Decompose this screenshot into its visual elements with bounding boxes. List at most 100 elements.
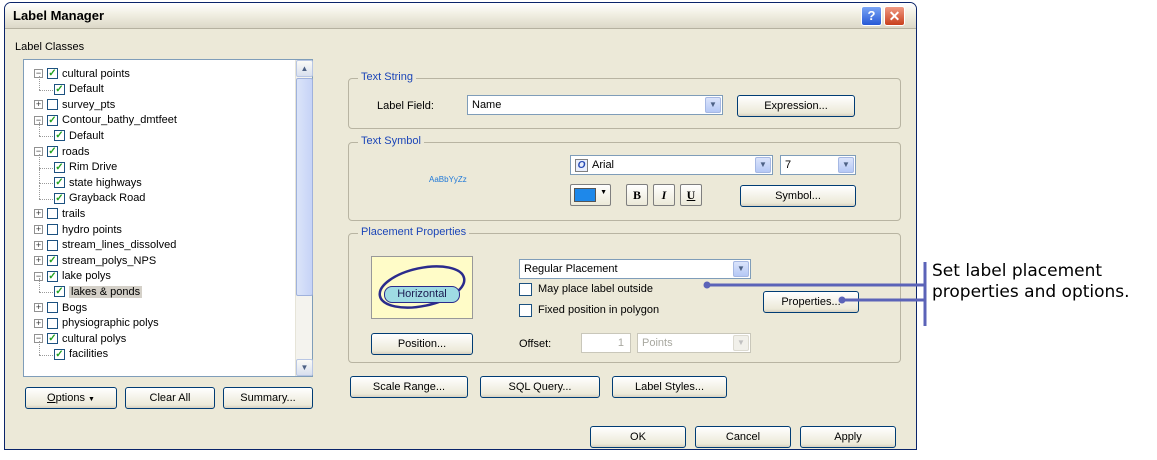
scroll-thumb[interactable] <box>296 78 313 296</box>
tree-item-label[interactable]: state highways <box>69 177 142 189</box>
tree-item-checkbox[interactable]: ✓ <box>47 146 58 157</box>
tree-item-checkbox[interactable] <box>47 99 58 111</box>
tree-item-checkbox[interactable]: ✓ <box>47 114 58 126</box>
tree-item[interactable]: + physiographic polys <box>34 316 159 331</box>
tree-item-label[interactable]: hydro points <box>62 224 122 236</box>
underline-button[interactable]: U <box>680 184 702 206</box>
tree-item[interactable]: ✓ facilities <box>54 347 108 362</box>
tree-item[interactable]: + trails <box>34 206 85 221</box>
placement-type-select[interactable]: Regular Placement ▼ <box>519 259 751 279</box>
label-classes-tree[interactable]: − ✓ cultural points ✓ Default + survey_pts − ✓ Co… <box>23 59 313 377</box>
chevron-down-icon[interactable]: ▼ <box>755 157 771 173</box>
tree-item[interactable]: − ✓ cultural polys <box>34 331 126 346</box>
tree-item-checkbox[interactable]: ✓ <box>54 286 65 298</box>
may-place-outside-label[interactable]: May place label outside <box>538 283 653 295</box>
tree-item-checkbox[interactable]: ✓ <box>47 255 58 267</box>
tree-item-checkbox[interactable]: ✓ <box>54 177 65 189</box>
tree-item-label[interactable]: survey_pts <box>62 99 115 111</box>
tree-item[interactable]: ✓ Default <box>54 128 104 143</box>
tree-item-checkbox[interactable]: ✓ <box>47 333 58 345</box>
chevron-down-icon[interactable]: ▼ <box>838 157 854 173</box>
tree-item-label[interactable]: cultural polys <box>62 333 126 345</box>
tree-item-checkbox[interactable]: ✓ <box>54 192 65 204</box>
tree-item-label[interactable]: Contour_bathy_dmtfeet <box>62 114 177 126</box>
tree-item-checkbox[interactable]: ✓ <box>47 68 58 79</box>
tree-item-label[interactable]: stream_lines_dissolved <box>62 239 176 251</box>
tree-item-checkbox[interactable] <box>47 317 58 329</box>
tree-item-label[interactable]: physiographic polys <box>62 317 159 329</box>
scroll-down-arrow-icon[interactable]: ▼ <box>296 359 313 376</box>
sql-query-button[interactable]: SQL Query... <box>480 376 600 398</box>
tree-item[interactable]: ✓ Rim Drive <box>54 160 117 175</box>
title-bar[interactable]: Label Manager ? ✕ <box>5 3 916 29</box>
offset-units-select[interactable]: Points ▼ <box>637 333 751 353</box>
tree-item[interactable]: − ✓ roads <box>34 144 90 159</box>
tree-item[interactable]: + stream_lines_dissolved <box>34 238 176 253</box>
tree-item-label[interactable]: Default <box>69 130 104 142</box>
may-place-outside-checkbox[interactable] <box>519 283 532 296</box>
apply-button[interactable]: Apply <box>800 426 896 448</box>
label-styles-button[interactable]: Label Styles... <box>612 376 727 398</box>
tree-item[interactable]: ✓ Default <box>54 82 104 97</box>
properties-button[interactable]: Properties... <box>763 291 859 313</box>
tree-item-checkbox[interactable]: ✓ <box>54 348 65 360</box>
chevron-down-icon[interactable]: ▼ <box>733 335 749 351</box>
scale-range-button[interactable]: Scale Range... <box>350 376 468 398</box>
tree-item-label[interactable]: roads <box>62 146 90 158</box>
options-button[interactable]: Options ▼ <box>25 387 117 409</box>
tree-item-label[interactable]: lake polys <box>62 270 111 282</box>
chevron-down-icon[interactable]: ▼ <box>705 97 721 113</box>
tree-item-label[interactable]: facilities <box>69 348 108 360</box>
tree-item[interactable]: − ✓ Contour_bathy_dmtfeet <box>34 113 177 128</box>
tree-item-checkbox[interactable]: ✓ <box>47 270 58 282</box>
summary-button[interactable]: Summary... <box>223 387 313 409</box>
tree-item-checkbox[interactable]: ✓ <box>54 83 65 95</box>
expand-icon[interactable]: + <box>34 318 43 328</box>
tree-item[interactable]: − ✓ lake polys <box>34 269 111 284</box>
symbol-button[interactable]: Symbol... <box>740 185 856 207</box>
tree-item-label[interactable]: Bogs <box>62 302 87 314</box>
italic-button[interactable]: I <box>653 184 675 206</box>
label-field-select[interactable]: Name ▼ <box>467 95 723 115</box>
tree-item[interactable]: + survey_pts <box>34 97 115 112</box>
close-button[interactable]: ✕ <box>884 6 905 26</box>
tree-item-label[interactable]: Grayback Road <box>69 192 145 204</box>
tree-item[interactable]: + Bogs <box>34 300 87 315</box>
expand-icon[interactable]: + <box>34 225 43 234</box>
tree-item-label[interactable]: trails <box>62 208 85 220</box>
ok-button[interactable]: OK <box>590 426 686 448</box>
font-name-select[interactable]: O Arial ▼ <box>570 155 773 175</box>
expand-icon[interactable]: + <box>34 100 43 110</box>
tree-item[interactable]: − ✓ cultural points <box>34 66 130 81</box>
tree-item-checkbox[interactable]: ✓ <box>54 161 65 173</box>
help-button[interactable]: ? <box>861 6 882 26</box>
tree-item[interactable]: + hydro points <box>34 222 122 237</box>
bold-button[interactable]: B <box>626 184 648 206</box>
scroll-up-arrow-icon[interactable]: ▲ <box>296 60 313 77</box>
tree-item[interactable]: + ✓ stream_polys_NPS <box>34 253 156 268</box>
expression-button[interactable]: Expression... <box>737 95 855 117</box>
fixed-position-checkbox[interactable] <box>519 304 532 317</box>
expand-icon[interactable]: + <box>34 209 43 219</box>
tree-item[interactable]: ✓ Grayback Road <box>54 191 145 206</box>
clear-all-button[interactable]: Clear All <box>125 387 215 409</box>
color-picker-button[interactable]: ▼ <box>570 184 611 206</box>
cancel-button[interactable]: Cancel <box>695 426 791 448</box>
tree-item-label[interactable]: lakes & ponds <box>69 285 143 298</box>
tree-item[interactable]: ✓ state highways <box>54 175 142 190</box>
tree-item-checkbox[interactable]: ✓ <box>54 130 65 142</box>
tree-item-checkbox[interactable] <box>47 302 58 313</box>
tree-item-label[interactable]: Rim Drive <box>69 161 117 173</box>
tree-item-label[interactable]: cultural points <box>62 68 130 80</box>
expand-icon[interactable]: + <box>34 303 43 312</box>
font-size-select[interactable]: 7 ▼ <box>780 155 856 175</box>
tree-item-label[interactable]: stream_polys_NPS <box>62 255 156 267</box>
text-symbol-preview[interactable]: AaBbYyZz <box>429 175 467 184</box>
expand-icon[interactable]: + <box>34 240 43 250</box>
expand-icon[interactable]: + <box>34 256 43 266</box>
chevron-down-icon[interactable]: ▼ <box>733 261 749 277</box>
tree-item-label[interactable]: Default <box>69 83 104 95</box>
offset-value-input[interactable]: 1 <box>581 333 631 353</box>
tree-scrollbar[interactable]: ▲ ▼ <box>295 60 313 376</box>
position-button[interactable]: Position... <box>371 333 473 355</box>
